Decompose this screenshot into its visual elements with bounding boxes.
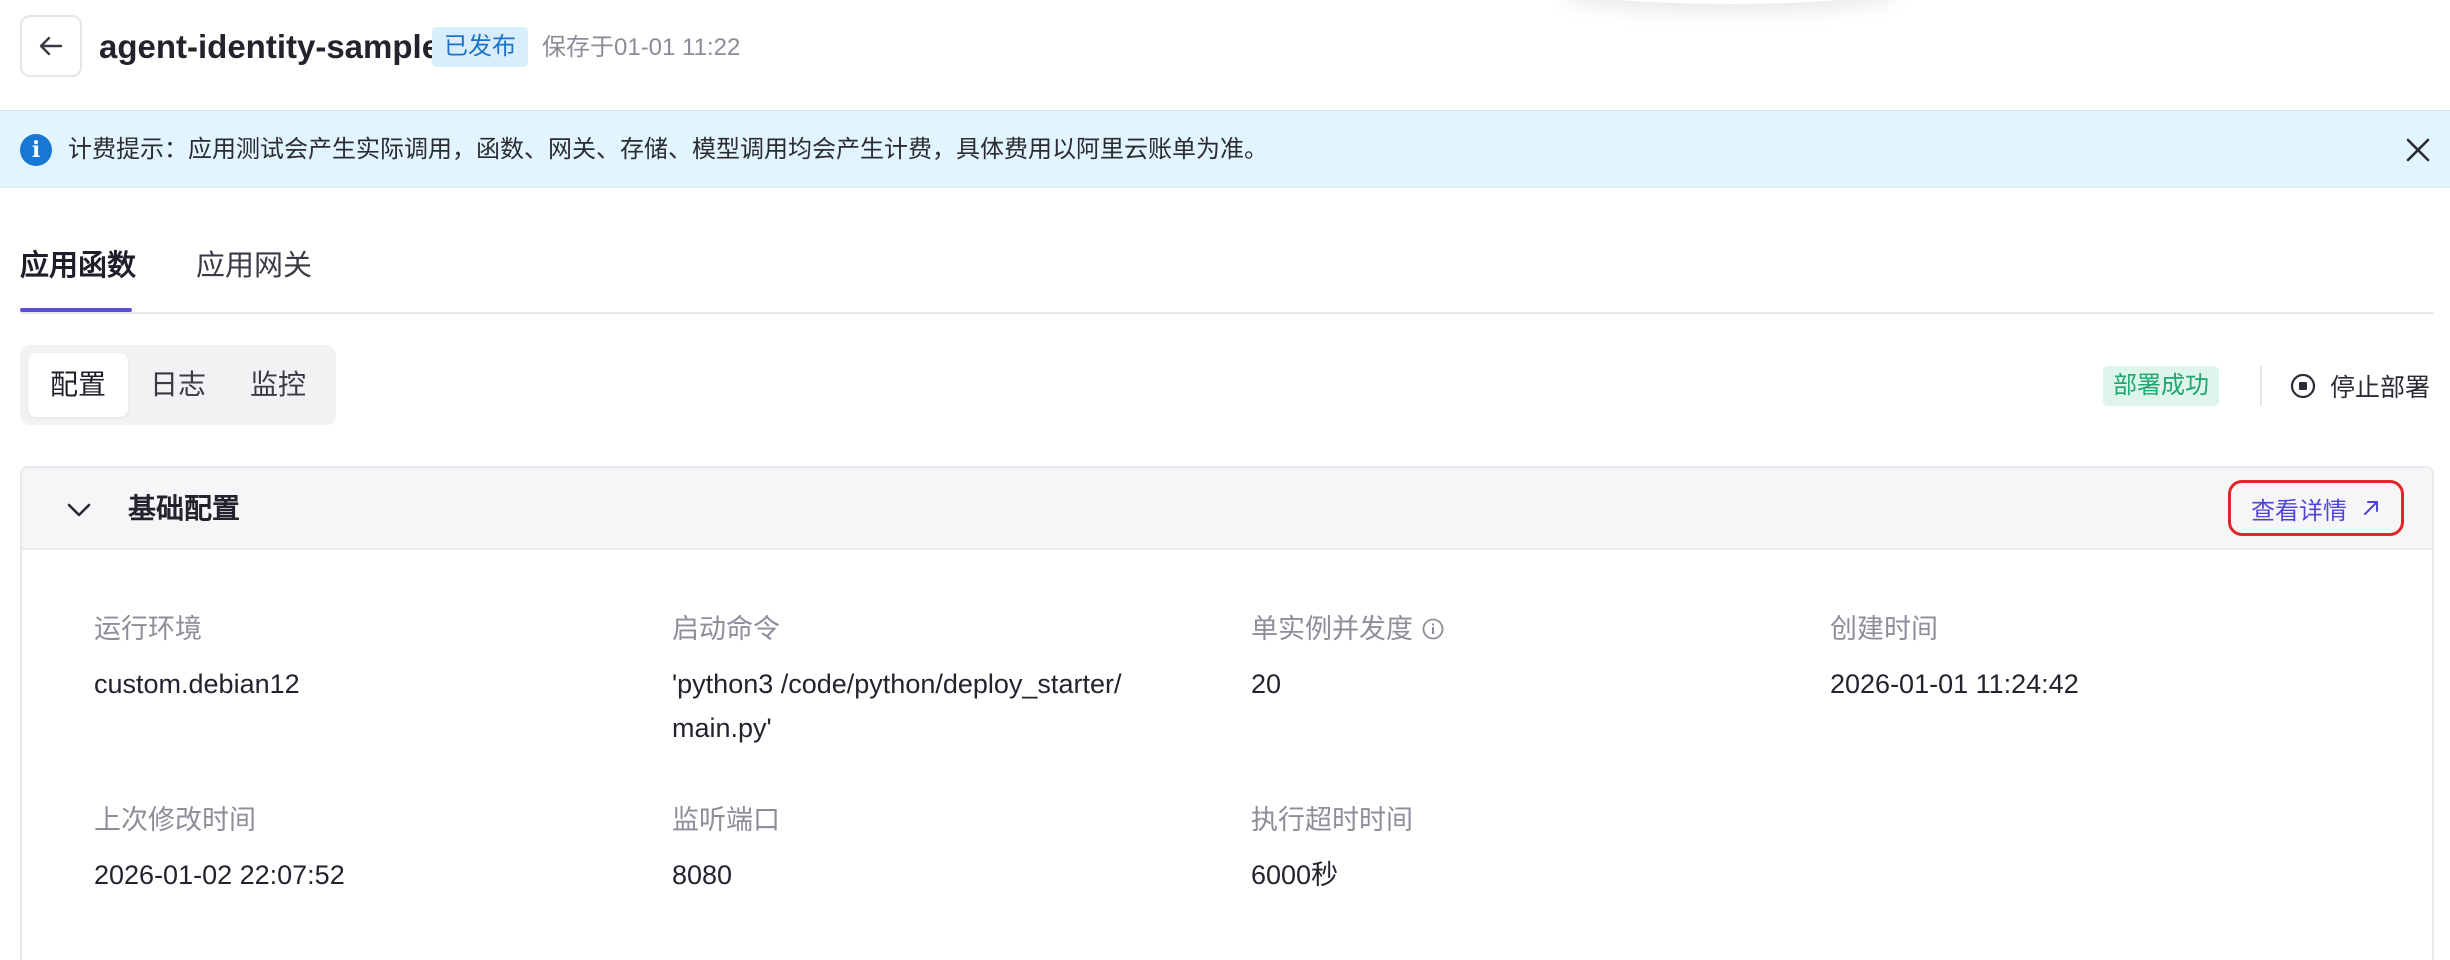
notice-close-button[interactable]: [2398, 130, 2438, 170]
app-title: agent-identity-sample: [99, 28, 441, 65]
info-outline-icon[interactable]: [1421, 617, 1445, 641]
info-icon: i: [20, 134, 52, 166]
field-timeout: 执行超时时间 6000秒: [1251, 801, 1791, 897]
tab-app-function[interactable]: 应用函数: [20, 246, 136, 286]
field-label: 单实例并发度: [1251, 614, 1413, 644]
field-value: 6000秒: [1251, 860, 1339, 890]
divider: [2260, 366, 2262, 406]
field-concurrency: 单实例并发度 20: [1251, 610, 1791, 706]
view-details-label: 查看详情: [2251, 497, 2347, 525]
stop-circle-icon: [2290, 373, 2316, 399]
field-created-time: 创建时间 2026-01-01 11:24:42: [1830, 610, 2390, 706]
collapse-toggle[interactable]: [62, 493, 96, 527]
publish-status-badge: 已发布: [432, 27, 528, 67]
field-value: 8080: [672, 860, 733, 890]
field-label: 创建时间: [1830, 614, 1938, 644]
field-value: 'python3 /code/python/deploy_starter/mai…: [672, 669, 1122, 743]
stop-deploy-label: 停止部署: [2330, 374, 2431, 402]
close-icon: [2406, 138, 2430, 162]
field-listen-port: 监听端口 8080: [672, 801, 1172, 897]
field-label: 运行环境: [94, 614, 202, 644]
billing-notice: i 计费提示：应用测试会产生实际调用，函数、网关、存储、模型调用均会产生计费，具…: [0, 110, 2450, 188]
field-label: 监听端口: [672, 805, 780, 835]
tab-monitoring[interactable]: 监控: [228, 353, 328, 417]
field-label: 启动命令: [672, 614, 780, 644]
panel-title: 基础配置: [128, 493, 241, 524]
field-start-command: 启动命令 'python3 /code/python/deploy_starte…: [672, 610, 1172, 750]
page-header: agent-identity-sample 已发布 保存于01-01 11:22: [0, 0, 2450, 110]
field-label: 执行超时时间: [1251, 805, 1413, 835]
notice-text: 计费提示：应用测试会产生实际调用，函数、网关、存储、模型调用均会产生计费，具体费…: [68, 136, 1268, 163]
field-value: 2026-01-01 11:24:42: [1830, 669, 2079, 699]
basic-config-panel: 基础配置 查看详情 运行环境 custom.debian12 启动命令 'pyt…: [20, 466, 2434, 960]
stop-deploy-button[interactable]: 停止部署: [2290, 366, 2430, 406]
field-value: 20: [1251, 669, 1282, 699]
tab-config[interactable]: 配置: [28, 353, 128, 417]
panel-header: 基础配置 查看详情: [22, 468, 2432, 550]
deploy-status-badge: 部署成功: [2103, 366, 2219, 406]
back-button[interactable]: [20, 15, 82, 77]
field-label-wrap: 单实例并发度: [1251, 610, 1791, 648]
back-arrow-icon: [39, 36, 63, 56]
main-tabs: 应用函数 应用网关: [20, 230, 2433, 314]
sub-tabs: 配置 日志 监控: [20, 345, 336, 425]
external-link-icon: [2364, 501, 2378, 515]
saved-timestamp: 保存于01-01 11:22: [542, 34, 741, 61]
field-value: 2026-01-02 22:07:52: [94, 860, 345, 890]
view-details-link[interactable]: 查看详情: [2228, 480, 2404, 536]
active-tab-indicator: [20, 308, 132, 312]
field-value: custom.debian12: [94, 669, 300, 699]
app-detail-page: agent-identity-sample 已发布 保存于01-01 11:22…: [0, 0, 2450, 960]
tab-app-gateway[interactable]: 应用网关: [196, 246, 312, 286]
floating-shadow: [1560, 0, 1900, 4]
tab-logs[interactable]: 日志: [128, 353, 228, 417]
field-runtime: 运行环境 custom.debian12: [94, 610, 634, 706]
field-label: 上次修改时间: [94, 805, 256, 835]
field-last-modified: 上次修改时间 2026-01-02 22:07:52: [94, 801, 634, 897]
chevron-down-icon: [67, 503, 91, 517]
